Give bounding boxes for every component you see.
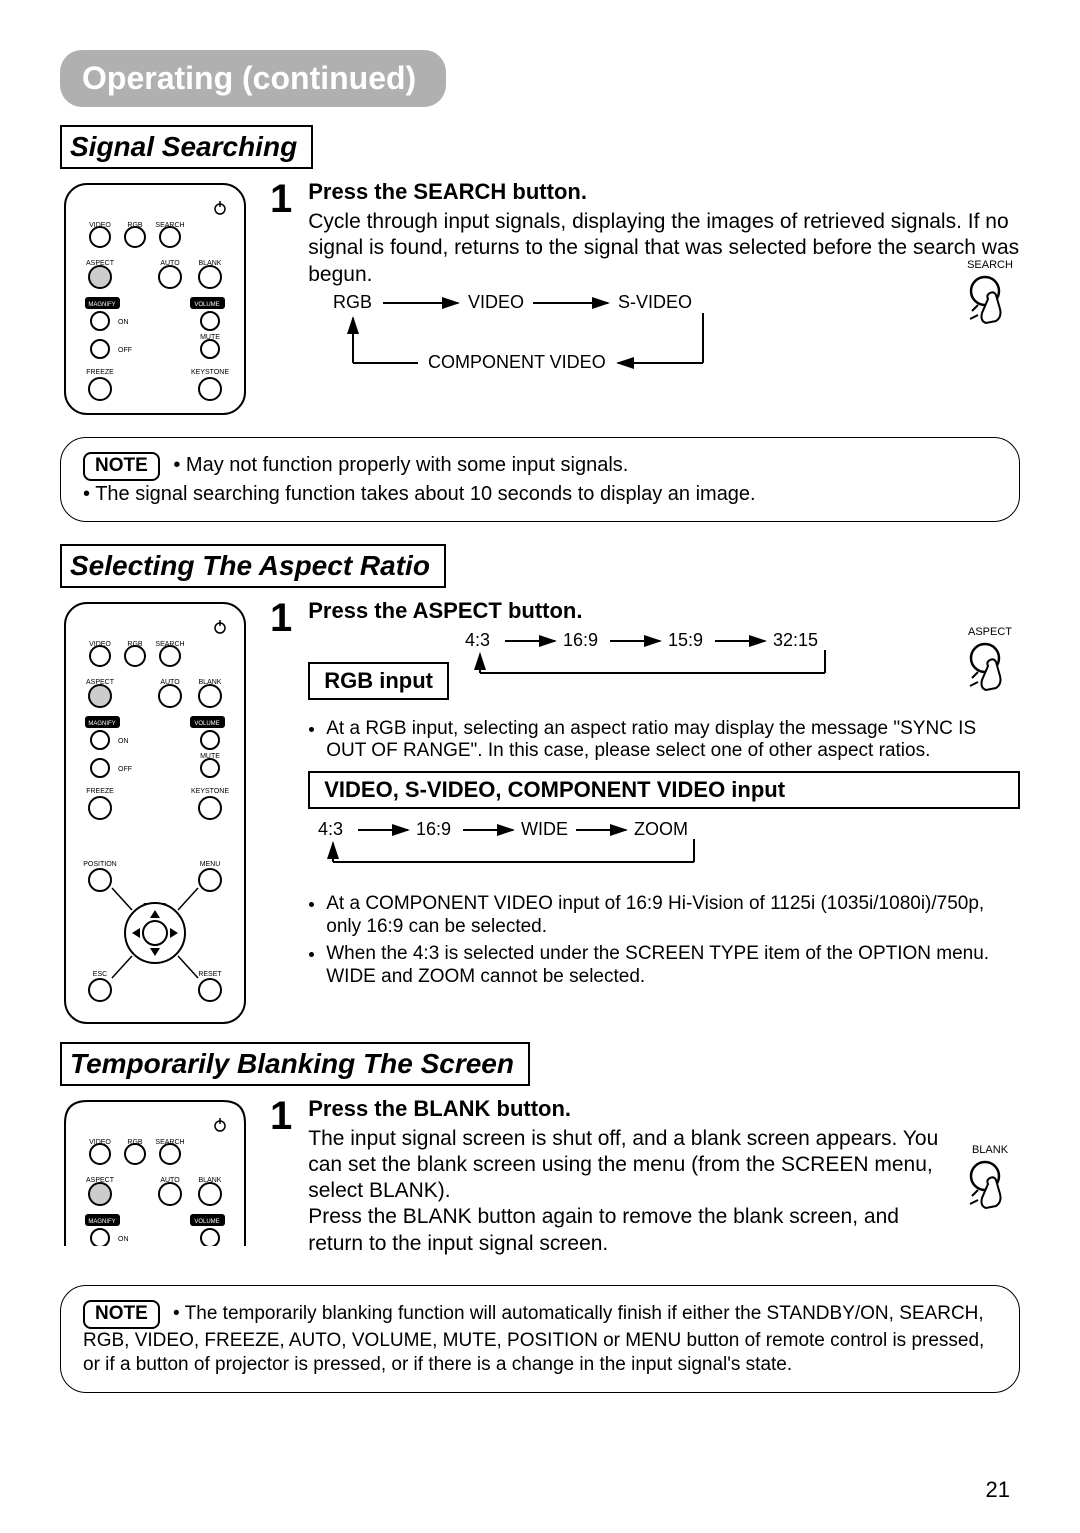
search-press-icon: SEARCH [960,259,1020,337]
step-number-3: 1 [270,1096,292,1136]
svg-text:ZOOM: ZOOM [634,819,688,839]
page-number: 21 [986,1477,1010,1503]
note1-bullet1: May not function properly with some inpu… [186,454,628,476]
step-number-1a: 1 [270,179,292,219]
remote-label-on: ON [118,319,129,326]
svg-text:15:9: 15:9 [668,630,703,650]
video-cycle-diagram: 4:3 16:9 WIDE ZOOM [308,817,748,877]
note3-text: The temporarily blanking function will a… [83,1303,984,1375]
rgb-bullet: At a RGB input, selecting an aspect rati… [326,718,1020,764]
rgb-cycle-diagram: 4:3 16:9 15:9 32:15 [455,628,895,688]
remote-illustration-3: VIDEO RGB SEARCH ASPECT AUTO BLANK MAGNI… [60,1096,250,1246]
aspect-press-icon: ASPECT [960,626,1020,704]
svg-text:COMPONENT VIDEO: COMPONENT VIDEO [428,352,606,372]
section-blank-screen: Temporarily Blanking The Screen VIDEO RG… [60,1042,1020,1393]
remote-label-freeze: FREEZE [86,369,114,376]
blank-press-icon: BLANK [960,1144,1020,1222]
step-head-aspect: Press the ASPECT button. [308,598,1020,624]
subhead-video-input: VIDEO, S-VIDEO, COMPONENT VIDEO input [308,771,1020,809]
page-title-pill: Operating (continued) [60,50,446,107]
svg-text:16:9: 16:9 [416,819,451,839]
svg-text:4:3: 4:3 [465,630,490,650]
step-text-blank1: The input signal screen is shut off, and… [308,1126,1020,1205]
step-number-2: 1 [270,598,292,638]
svg-text:ON: ON [118,738,129,745]
svg-text:VIDEO: VIDEO [468,292,524,312]
step-head-search: Press the SEARCH button. [308,179,1020,205]
step-head-blank: Press the BLANK button. [308,1096,1020,1122]
svg-text:WIDE: WIDE [521,819,568,839]
svg-text:4:3: 4:3 [318,819,343,839]
remote-illustration-1: VIDEO RGB SEARCH ASPECT AUTO BLANK MAGNI… [60,179,250,419]
section-aspect-ratio: Selecting The Aspect Ratio VIDEO RGB SEA… [60,544,1020,1028]
svg-text:16:9: 16:9 [563,630,598,650]
svg-text:FREEZE: FREEZE [86,788,114,795]
remote-label-keystone: KEYSTONE [191,369,229,376]
note1-bullet2: The signal searching function takes abou… [95,483,755,505]
heading-aspect: Selecting The Aspect Ratio [60,544,446,588]
svg-text:ON: ON [118,1236,129,1243]
heading-blank: Temporarily Blanking The Screen [60,1042,530,1086]
section-signal-searching: Signal Searching VIDEO RGB SEARCH ASPECT… [60,125,1020,522]
heading-signal-searching: Signal Searching [60,125,313,169]
svg-text:VOLUME: VOLUME [194,1219,219,1225]
svg-text:VOLUME: VOLUME [194,721,219,727]
video-bullet2: When the 4:3 is selected under the SCREE… [326,943,1020,989]
svg-text:RESET: RESET [198,971,222,978]
step-text-search: Cycle through input signals, displaying … [308,209,1020,288]
svg-text:MENU: MENU [200,861,221,868]
remote-label-off: OFF [118,347,132,354]
svg-text:RGB: RGB [333,292,372,312]
subhead-rgb-input: RGB input [308,662,449,700]
svg-text:KEYSTONE: KEYSTONE [191,788,229,795]
note-label-3: NOTE [83,1300,160,1329]
svg-text:32:15: 32:15 [773,630,818,650]
signal-cycle-diagram: RGB VIDEO S-VIDEO COMPONENT VIDEO [308,288,768,388]
remote-illustration-2: VIDEO RGB SEARCH ASPECT AUTO BLANK MAGNI… [60,598,250,1028]
svg-text:ESC: ESC [93,971,107,978]
remote-label-magnify: MAGNIFY [88,302,115,308]
svg-text:MAGNIFY: MAGNIFY [88,721,115,727]
note-label-1: NOTE [83,452,160,481]
note-box-3: NOTE • The temporarily blanking function… [60,1285,1020,1393]
remote-label-volume: VOLUME [194,302,219,308]
svg-text:POSITION: POSITION [83,861,116,868]
svg-text:MAGNIFY: MAGNIFY [88,1219,115,1225]
video-bullet1: At a COMPONENT VIDEO input of 16:9 Hi-Vi… [326,893,1020,939]
step-text-blank2: Press the BLANK button again to remove t… [308,1204,1020,1257]
svg-text:OFF: OFF [118,766,132,773]
note-box-1: NOTE • May not function properly with so… [60,437,1020,522]
svg-text:S-VIDEO: S-VIDEO [618,292,692,312]
